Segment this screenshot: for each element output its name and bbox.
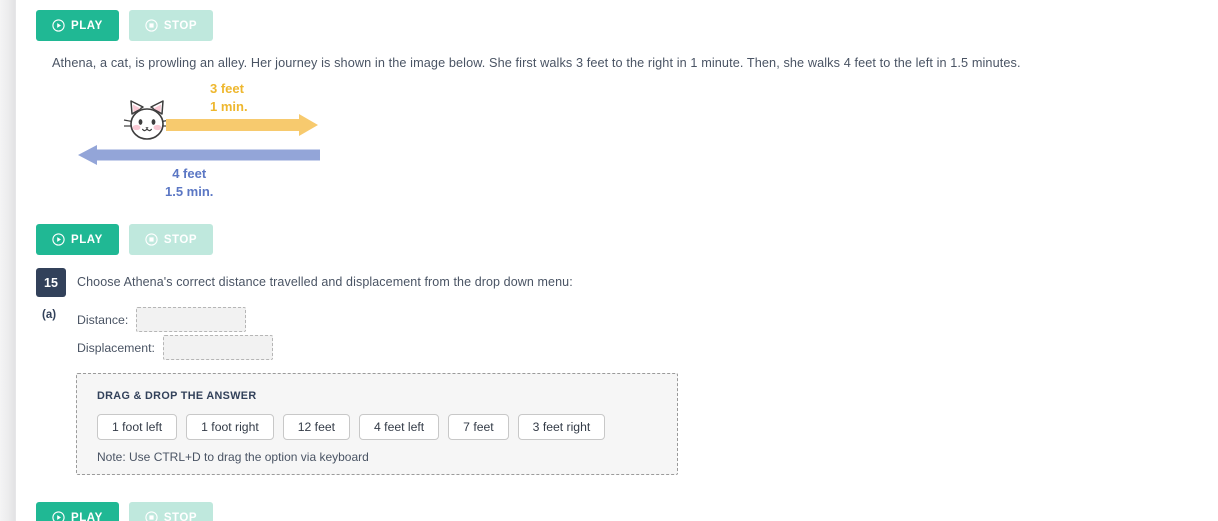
draggable-option[interactable]: 1 foot right (186, 414, 274, 440)
right-arrow-label: 3 feet 1 min. (210, 80, 248, 117)
stop-button-bottom[interactable]: STOP (128, 502, 214, 521)
media-controls-middle: PLAY STOP (36, 224, 214, 255)
stop-icon (145, 19, 158, 32)
content-area: PLAY STOP Athena, a cat, is prowling an … (22, 0, 1218, 521)
play-icon (52, 233, 65, 246)
draggable-option[interactable]: 4 feet left (359, 414, 440, 440)
play-button-label: PLAY (71, 511, 103, 521)
question-prompt-text: Athena, a cat, is prowling an alley. Her… (52, 56, 1021, 70)
left-arrow-label: 4 feet 1.5 min. (165, 165, 213, 202)
play-button-label: PLAY (71, 233, 103, 246)
stop-icon (145, 511, 158, 521)
play-icon (52, 19, 65, 32)
distance-label: Distance: (77, 312, 129, 327)
stop-icon (145, 233, 158, 246)
drag-drop-title: DRAG & DROP THE ANSWER (97, 390, 257, 402)
right-arrow-distance: 3 feet (210, 81, 244, 96)
drag-drop-options: 1 foot left 1 foot right 12 feet 4 feet … (97, 414, 606, 440)
worksheet-page: PLAY STOP Athena, a cat, is prowling an … (0, 0, 1218, 521)
journey-diagram: 3 feet 1 min. 4 feet 1.5 min. (52, 78, 352, 206)
drag-drop-note: Note: Use CTRL+D to drag the option via … (97, 450, 369, 464)
question-number-badge: 15 (36, 268, 66, 297)
displacement-label: Displacement: (77, 340, 155, 355)
left-arrow-distance: 4 feet (172, 166, 207, 181)
distance-dropzone[interactable] (136, 307, 247, 332)
stop-button-middle[interactable]: STOP (128, 224, 214, 255)
draggable-option[interactable]: 3 feet right (517, 414, 606, 440)
right-arrow (166, 114, 318, 141)
media-controls-top: PLAY STOP (36, 10, 214, 41)
distance-field-row: Distance: (77, 307, 247, 332)
stop-button-label: STOP (163, 233, 198, 246)
displacement-field-row: Displacement: (77, 335, 273, 360)
left-arrow-time: 1.5 min. (165, 184, 214, 200)
question-part-label: (a) (42, 309, 57, 321)
left-gutter (0, 0, 15, 521)
draggable-option[interactable]: 12 feet (282, 414, 351, 440)
cat-icon (122, 98, 172, 146)
displacement-dropzone[interactable] (162, 335, 273, 360)
play-button-top[interactable]: PLAY (36, 10, 119, 41)
question-instruction-text: Choose Athena's correct distance travell… (77, 275, 573, 289)
media-controls-bottom: PLAY STOP (36, 502, 214, 521)
draggable-option[interactable]: 1 foot left (97, 414, 178, 440)
left-gutter-edge (15, 0, 22, 521)
play-button-label: PLAY (71, 19, 103, 32)
play-icon (52, 511, 65, 521)
play-button-bottom[interactable]: PLAY (36, 502, 119, 521)
draggable-option[interactable]: 7 feet (448, 414, 509, 440)
stop-button-label: STOP (163, 19, 198, 32)
stop-button-label: STOP (163, 511, 198, 521)
stop-button-top[interactable]: STOP (128, 10, 214, 41)
drag-drop-panel: DRAG & DROP THE ANSWER 1 foot left 1 foo… (76, 373, 678, 475)
play-button-middle[interactable]: PLAY (36, 224, 119, 255)
